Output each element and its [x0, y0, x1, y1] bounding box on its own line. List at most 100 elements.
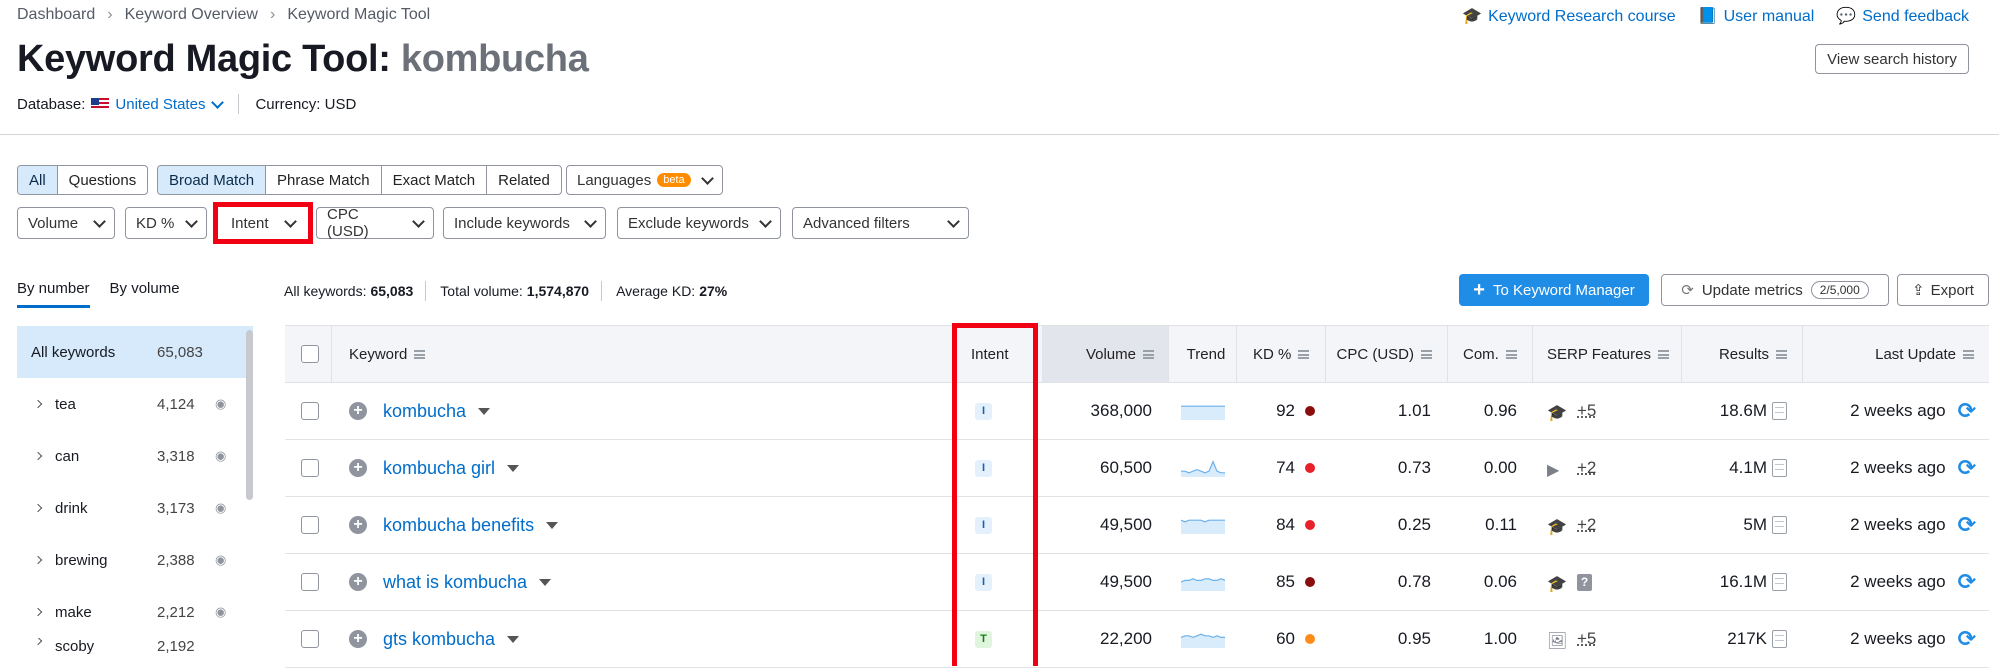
- keyword-link[interactable]: kombucha benefits: [383, 515, 534, 536]
- serp-snapshot-icon[interactable]: [1772, 402, 1787, 420]
- to-keyword-manager-button[interactable]: + To Keyword Manager: [1459, 274, 1649, 306]
- column-results[interactable]: Results: [1681, 326, 1787, 382]
- column-com[interactable]: Com.: [1463, 326, 1517, 382]
- keyword-link[interactable]: what is kombucha: [383, 572, 527, 593]
- add-to-list-icon[interactable]: +: [349, 402, 367, 420]
- row-checkbox[interactable]: [301, 516, 319, 534]
- volume-filter[interactable]: Volume: [17, 207, 115, 239]
- tab-by-volume[interactable]: By volume: [110, 280, 180, 308]
- serp-more-link[interactable]: +2: [1577, 458, 1596, 478]
- keyword-link[interactable]: kombucha: [383, 401, 466, 422]
- column-cpc[interactable]: CPC (USD): [1325, 326, 1432, 382]
- tab-all[interactable]: All: [18, 166, 58, 194]
- export-button[interactable]: ⇪ Export: [1897, 274, 1989, 306]
- serp-more-link[interactable]: +5: [1577, 629, 1596, 649]
- research-course-link[interactable]: 🎓 Keyword Research course: [1462, 6, 1676, 26]
- keyword-cell: + kombucha benefits: [349, 497, 558, 553]
- tab-phrase-match[interactable]: Phrase Match: [266, 166, 382, 194]
- sidebar-item-count: 3,173: [157, 500, 195, 517]
- sidebar-scrollbar[interactable]: [246, 330, 253, 500]
- sort-icon: [1658, 350, 1669, 359]
- tab-questions[interactable]: Questions: [58, 166, 148, 194]
- graduation-cap-icon: 🎓: [1462, 6, 1482, 26]
- kd-filter[interactable]: KD %: [125, 207, 207, 239]
- serp-cell: 🎓?: [1547, 554, 1592, 610]
- select-all-checkbox[interactable]: [301, 345, 319, 363]
- sidebar-item-make[interactable]: make 2,212 ◉: [17, 586, 253, 638]
- chevron-right-icon[interactable]: [34, 504, 42, 512]
- com-cell: 0.11: [1447, 497, 1517, 553]
- row-checkbox[interactable]: [301, 630, 319, 648]
- tab-exact-match[interactable]: Exact Match: [382, 166, 488, 194]
- eye-icon[interactable]: ◉: [215, 604, 226, 620]
- table-row: + kombucha benefits I 49,500 84 0.25 0.1…: [285, 497, 1989, 554]
- sidebar-item-can[interactable]: can 3,318 ◉: [17, 430, 253, 482]
- caret-down-icon[interactable]: [546, 522, 558, 529]
- serp-more-link[interactable]: +2: [1577, 515, 1596, 535]
- eye-icon[interactable]: ◉: [215, 448, 226, 464]
- keyword-link[interactable]: kombucha girl: [383, 458, 495, 479]
- sidebar-item-scoby[interactable]: scoby 2,192: [17, 638, 253, 662]
- column-volume[interactable]: Volume: [1042, 326, 1154, 382]
- breadcrumb-keyword-overview[interactable]: Keyword Overview: [125, 6, 258, 24]
- eye-icon[interactable]: ◉: [215, 500, 226, 516]
- column-trend-label: Trend: [1187, 346, 1226, 363]
- update-metrics-button[interactable]: ⟳ Update metrics 2/5,000: [1661, 274, 1889, 306]
- caret-down-icon[interactable]: [507, 465, 519, 472]
- chevron-down-icon[interactable]: [212, 96, 225, 109]
- refresh-icon[interactable]: ⟳: [1958, 626, 1976, 652]
- row-checkbox[interactable]: [301, 573, 319, 591]
- serp-more-link[interactable]: +5: [1577, 401, 1596, 421]
- caret-down-icon[interactable]: [507, 636, 519, 643]
- tab-broad-match[interactable]: Broad Match: [158, 166, 266, 194]
- update-metrics-label: Update metrics: [1702, 282, 1803, 299]
- caret-down-icon[interactable]: [478, 408, 490, 415]
- caret-down-icon[interactable]: [539, 579, 551, 586]
- add-to-list-icon[interactable]: +: [349, 630, 367, 648]
- column-trend: Trend: [1181, 326, 1231, 382]
- add-to-list-icon[interactable]: +: [349, 516, 367, 534]
- row-checkbox[interactable]: [301, 459, 319, 477]
- row-checkbox[interactable]: [301, 402, 319, 420]
- serp-snapshot-icon[interactable]: [1772, 459, 1787, 477]
- serp-snapshot-icon[interactable]: [1772, 573, 1787, 591]
- sidebar-item-drink[interactable]: drink 3,173 ◉: [17, 482, 253, 534]
- view-search-history-button[interactable]: View search history: [1815, 44, 1969, 74]
- eye-icon[interactable]: ◉: [215, 552, 226, 568]
- refresh-icon[interactable]: ⟳: [1958, 512, 1976, 538]
- exclude-keywords-filter[interactable]: Exclude keywords: [617, 207, 781, 239]
- refresh-icon[interactable]: ⟳: [1958, 398, 1976, 424]
- refresh-icon[interactable]: ⟳: [1958, 455, 1976, 481]
- languages-dropdown[interactable]: Languages beta: [566, 165, 723, 195]
- include-keywords-filter[interactable]: Include keywords: [443, 207, 606, 239]
- chevron-right-icon[interactable]: [34, 400, 42, 408]
- breadcrumb-dashboard[interactable]: Dashboard: [17, 6, 95, 24]
- column-last-update[interactable]: Last Update: [1802, 326, 1974, 382]
- intent-filter[interactable]: Intent: [220, 207, 306, 239]
- chevron-right-icon[interactable]: [34, 452, 42, 460]
- sidebar-item-all-keywords[interactable]: All keywords 65,083: [17, 326, 253, 378]
- trend-cell: [1181, 611, 1225, 667]
- column-kd[interactable]: KD %: [1253, 326, 1309, 382]
- chevron-right-icon[interactable]: [34, 608, 42, 616]
- tab-related[interactable]: Related: [487, 166, 561, 194]
- database-selector[interactable]: United States: [115, 96, 205, 113]
- add-to-list-icon[interactable]: +: [349, 459, 367, 477]
- eye-icon[interactable]: ◉: [215, 396, 226, 412]
- chevron-right-icon[interactable]: [34, 556, 42, 564]
- add-to-list-icon[interactable]: +: [349, 573, 367, 591]
- sidebar-item-brewing[interactable]: brewing 2,388 ◉: [17, 534, 253, 586]
- serp-snapshot-icon[interactable]: [1772, 516, 1787, 534]
- cpc-filter[interactable]: CPC (USD): [316, 207, 434, 239]
- column-serp-features[interactable]: SERP Features: [1547, 326, 1669, 382]
- user-manual-link[interactable]: 📘 User manual: [1698, 6, 1815, 26]
- sidebar-item-tea[interactable]: tea 4,124 ◉: [17, 378, 253, 430]
- refresh-icon[interactable]: ⟳: [1958, 569, 1976, 595]
- send-feedback-link[interactable]: 💬 Send feedback: [1836, 6, 1969, 26]
- tab-by-number[interactable]: By number: [17, 280, 90, 308]
- keyword-link[interactable]: gts kombucha: [383, 629, 495, 650]
- chevron-right-icon[interactable]: [34, 638, 42, 645]
- column-keyword[interactable]: Keyword: [349, 326, 425, 382]
- serp-snapshot-icon[interactable]: [1772, 630, 1787, 648]
- advanced-filters[interactable]: Advanced filters: [792, 207, 969, 239]
